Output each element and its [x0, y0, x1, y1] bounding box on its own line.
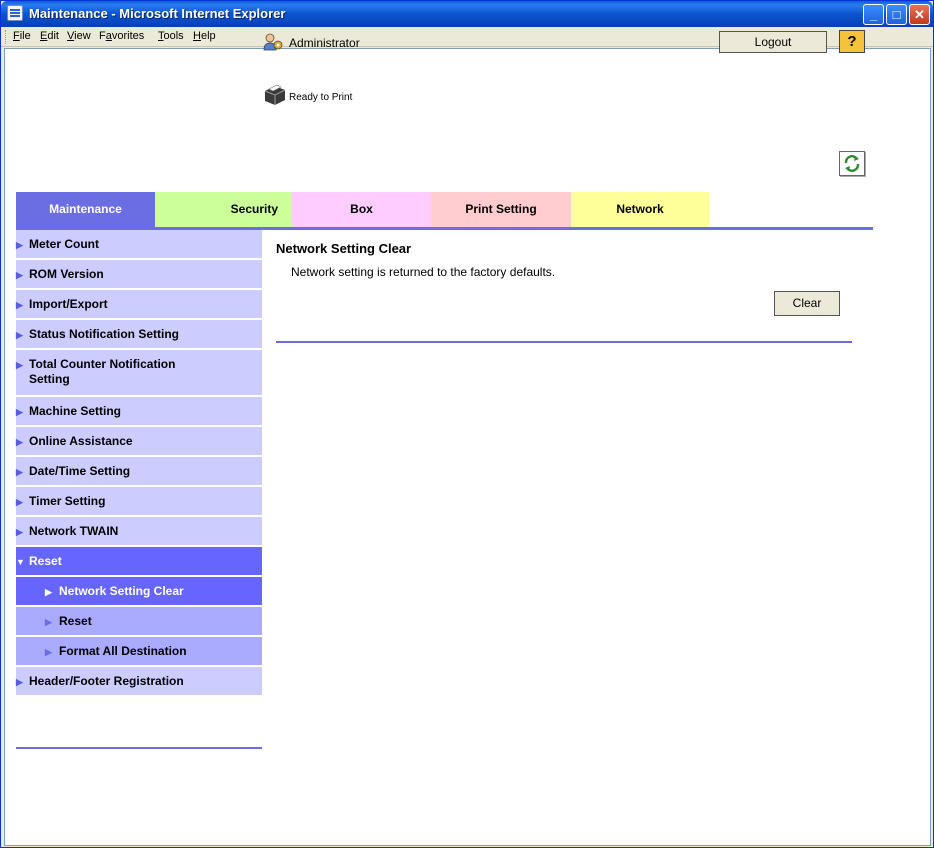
menu-view[interactable]: View — [67, 30, 91, 42]
minimize-button[interactable]: _ — [863, 4, 884, 25]
tab-network[interactable]: Network — [571, 192, 709, 227]
refresh-icon — [844, 155, 860, 172]
tab-maintenance[interactable]: Maintenance — [16, 192, 155, 227]
triangle-right-icon: ▶ — [16, 527, 23, 537]
refresh-button[interactable] — [839, 151, 865, 176]
triangle-right-icon: ▶ — [45, 617, 52, 627]
logout-button[interactable]: Logout — [719, 31, 827, 53]
sidebar-item-network-twain[interactable]: ▶ Network TWAIN — [16, 517, 262, 547]
printer-status-text: Ready to Print — [289, 92, 353, 103]
printer-status-icon — [264, 84, 286, 105]
menu-grip — [5, 30, 8, 44]
menu-edit[interactable]: Edit — [40, 30, 59, 42]
close-button[interactable]: ✕ — [909, 4, 930, 25]
sidebar-item-online-assistance[interactable]: ▶ Online Assistance — [16, 427, 262, 457]
tab-print-setting[interactable]: Print Setting — [431, 192, 571, 227]
tab-security[interactable]: Security — [155, 192, 292, 227]
triangle-right-icon: ▶ — [16, 497, 23, 507]
page-description: Network setting is returned to the facto… — [291, 265, 556, 279]
triangle-right-icon: ▶ — [16, 467, 23, 477]
menu-tools[interactable]: Tools — [158, 30, 184, 42]
sidebar-subitem-format-all-destination[interactable]: ▶ Format All Destination — [16, 637, 262, 667]
clear-button[interactable]: Clear — [774, 291, 840, 316]
administrator-icon — [263, 33, 283, 51]
menu-file[interactable]: File — [13, 30, 31, 42]
ie-page-icon — [7, 5, 23, 21]
triangle-right-icon: ▶ — [16, 300, 23, 310]
triangle-down-icon: ▼ — [16, 557, 25, 567]
sidebar-item-machine-setting[interactable]: ▶ Machine Setting — [16, 397, 262, 427]
page-title: Network Setting Clear — [276, 241, 412, 256]
sidebar-item-total-counter-notification[interactable]: ▶ Total Counter Notification Setting — [16, 350, 262, 397]
user-role-label: Administrator — [289, 36, 360, 50]
sidebar-bottom-line — [16, 747, 262, 749]
triangle-right-icon: ▶ — [16, 330, 23, 340]
sidebar-item-reset[interactable]: ▼ Reset — [16, 547, 262, 577]
content-divider — [276, 341, 852, 343]
triangle-right-icon: ▶ — [16, 270, 23, 280]
sidebar-subitem-reset[interactable]: ▶ Reset — [16, 607, 262, 637]
triangle-right-icon: ▶ — [16, 407, 23, 417]
sidebar-subitem-network-setting-clear[interactable]: ▶ Network Setting Clear — [16, 577, 262, 607]
window-title: Maintenance - Microsoft Internet Explore… — [29, 6, 286, 21]
menu-favorites[interactable]: Favorites — [99, 30, 144, 42]
sidebar-item-timer-setting[interactable]: ▶ Timer Setting — [16, 487, 262, 517]
menu-help[interactable]: Help — [193, 30, 216, 42]
triangle-right-icon: ▶ — [16, 360, 23, 370]
triangle-right-icon: ▶ — [16, 677, 23, 687]
sidebar-item-header-footer-registration[interactable]: ▶ Header/Footer Registration — [16, 667, 262, 697]
title-bar: Maintenance - Microsoft Internet Explore… — [1, 1, 933, 27]
maximize-button[interactable]: □ — [886, 4, 907, 25]
sidebar-item-meter-count[interactable]: ▶ Meter Count — [16, 230, 262, 260]
triangle-right-icon: ▶ — [45, 587, 52, 597]
triangle-right-icon: ▶ — [16, 437, 23, 447]
sidebar-item-rom-version[interactable]: ▶ ROM Version — [16, 260, 262, 290]
triangle-right-icon: ▶ — [16, 240, 23, 250]
browser-window: Maintenance - Microsoft Internet Explore… — [0, 0, 934, 848]
sidebar-item-import-export[interactable]: ▶ Import/Export — [16, 290, 262, 320]
sidebar-item-date-time-setting[interactable]: ▶ Date/Time Setting — [16, 457, 262, 487]
sidebar-menu: ▶ Meter Count ▶ ROM Version ▶ Import/Export… — [16, 230, 262, 697]
tab-box[interactable]: Box — [292, 192, 431, 227]
sidebar-item-status-notification[interactable]: ▶ Status Notification Setting — [16, 320, 262, 350]
help-button[interactable]: ? — [839, 30, 865, 53]
triangle-right-icon: ▶ — [45, 647, 52, 657]
